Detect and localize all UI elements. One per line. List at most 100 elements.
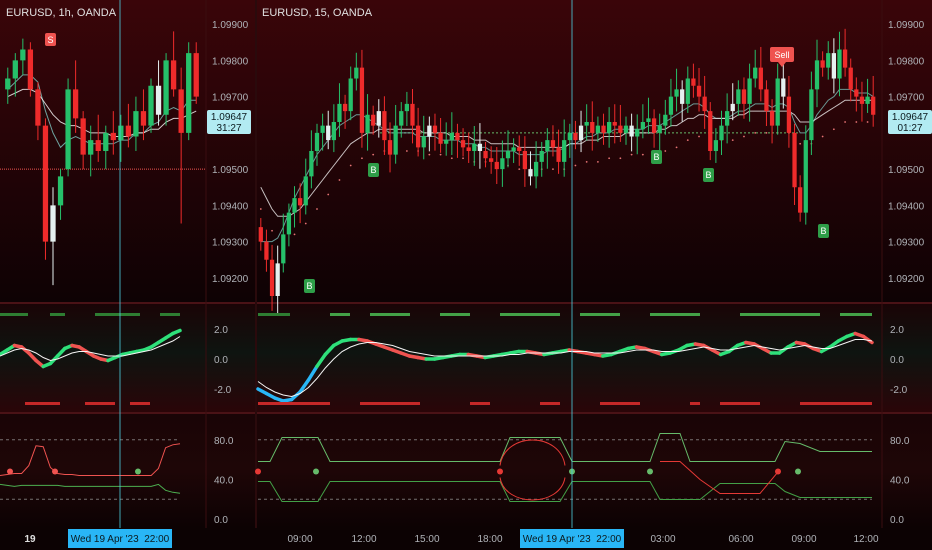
candle-body: [792, 132, 797, 188]
candle-body: [438, 132, 443, 144]
candle-body: [421, 136, 426, 148]
buy-signal-label: B: [306, 281, 312, 291]
signal-row-segment: [0, 313, 28, 316]
band-cross-dot: [647, 468, 653, 475]
left-sell-signal-label: S: [47, 35, 53, 45]
buy-signal: B: [368, 163, 379, 177]
candle-body: [303, 176, 308, 206]
candle-body: [539, 151, 544, 162]
candle-body: [719, 125, 724, 141]
candle-body: [5, 78, 11, 90]
trailing-stop-dot: [641, 153, 644, 156]
signal-row-segment: [95, 313, 140, 316]
candle-body: [550, 140, 556, 148]
signal-row-segment: [130, 402, 150, 405]
candle-body: [148, 85, 154, 126]
signal-row-segment: [25, 402, 60, 405]
right-last-price-badge: 1.09647 01:27: [888, 110, 932, 134]
signal-row-segment: [160, 313, 180, 316]
signal-row-segment: [50, 313, 65, 316]
signal-row-segment: [360, 402, 420, 405]
time-tick-label: 06:00: [728, 534, 753, 545]
candle-body: [449, 132, 454, 141]
candle-body: [477, 143, 483, 151]
trailing-stop-dot: [338, 179, 341, 181]
percent-tick-label: 80.0: [214, 436, 234, 447]
candle-body: [12, 60, 18, 79]
candle-body: [415, 125, 421, 148]
candle-body: [517, 147, 522, 151]
price-tick-label: 1.09800: [888, 56, 925, 67]
candle-body: [140, 111, 147, 126]
candle-body: [798, 187, 803, 213]
trailing-stop-dot: [361, 157, 363, 160]
left-symbol-label[interactable]: EURUSD, 1h, OANDA: [6, 7, 117, 19]
band-cross-dot: [135, 468, 141, 475]
buy-signal-label: B: [705, 170, 711, 180]
candle-body: [80, 118, 86, 155]
signal-row-segment: [370, 313, 410, 316]
candle-body: [511, 147, 516, 151]
candle-body: [533, 161, 539, 177]
candle-body: [281, 234, 286, 264]
price-tick-label: 1.09200: [212, 274, 249, 285]
band-cross-dot: [52, 468, 58, 475]
candle-body: [118, 125, 124, 141]
candle-body: [460, 140, 466, 148]
candle-body: [376, 111, 381, 126]
right-sell-signal-label: Sell: [774, 50, 789, 60]
signal-row-segment: [440, 313, 470, 316]
right-symbol-label[interactable]: EURUSD, 15, OANDA: [262, 7, 373, 19]
candle-body: [35, 89, 41, 126]
candle-body: [573, 132, 578, 141]
right-oscillator-pane: [256, 304, 932, 412]
candle-body: [286, 212, 292, 235]
trailing-stop-dot: [698, 135, 700, 138]
candle-body: [854, 89, 859, 97]
candle-body: [859, 96, 865, 104]
candle-body: [730, 103, 735, 112]
candle-body: [674, 89, 679, 97]
trailing-stop-dot: [821, 135, 824, 138]
percent-tick-label: 40.0: [890, 475, 910, 486]
candle-body: [691, 78, 696, 86]
candle-body: [500, 158, 505, 170]
candle-body: [444, 140, 449, 144]
candle-body: [472, 143, 477, 151]
band-cross-dot: [7, 468, 13, 475]
time-tick-label: 12:00: [853, 534, 878, 545]
candle-body: [668, 96, 674, 115]
candle-body: [57, 176, 64, 206]
right-crosshair-time-badge: Wed 19 Apr '23 22:00: [520, 529, 624, 548]
trailing-stop-dot: [866, 121, 869, 123]
price-tick-label: 1.09400: [212, 201, 249, 212]
trailing-stop-dot: [439, 153, 442, 156]
candle-body: [103, 132, 109, 151]
candle-body: [713, 140, 719, 151]
candle-body: [629, 125, 634, 137]
candle-body: [663, 114, 668, 126]
candle-body: [342, 103, 348, 112]
band-cross-dot: [497, 468, 503, 475]
price-tick-label: 1.09200: [888, 274, 925, 285]
candle-body: [298, 198, 303, 206]
trailing-stop-dot: [608, 157, 611, 160]
candle-body: [758, 67, 763, 90]
signal-row-segment: [85, 402, 115, 405]
candle-body: [193, 53, 199, 97]
signal-row-segment: [650, 313, 700, 316]
time-tick-label: 15:00: [414, 534, 439, 545]
time-tick-label: 03:00: [650, 534, 675, 545]
candle-body: [696, 85, 702, 97]
trailing-stop-dot: [619, 157, 622, 160]
left-countdown: 31:27: [216, 123, 241, 134]
oscillator-tick-label: 0.0: [214, 355, 228, 366]
candle-body: [809, 89, 814, 141]
candle-body: [269, 259, 275, 296]
time-tick-label: 09:00: [791, 534, 816, 545]
candle-body: [427, 125, 432, 137]
candle-body: [178, 89, 184, 133]
candle-body: [258, 227, 263, 242]
trailing-stop-dot: [327, 193, 330, 196]
trailing-stop-dot: [675, 146, 678, 149]
